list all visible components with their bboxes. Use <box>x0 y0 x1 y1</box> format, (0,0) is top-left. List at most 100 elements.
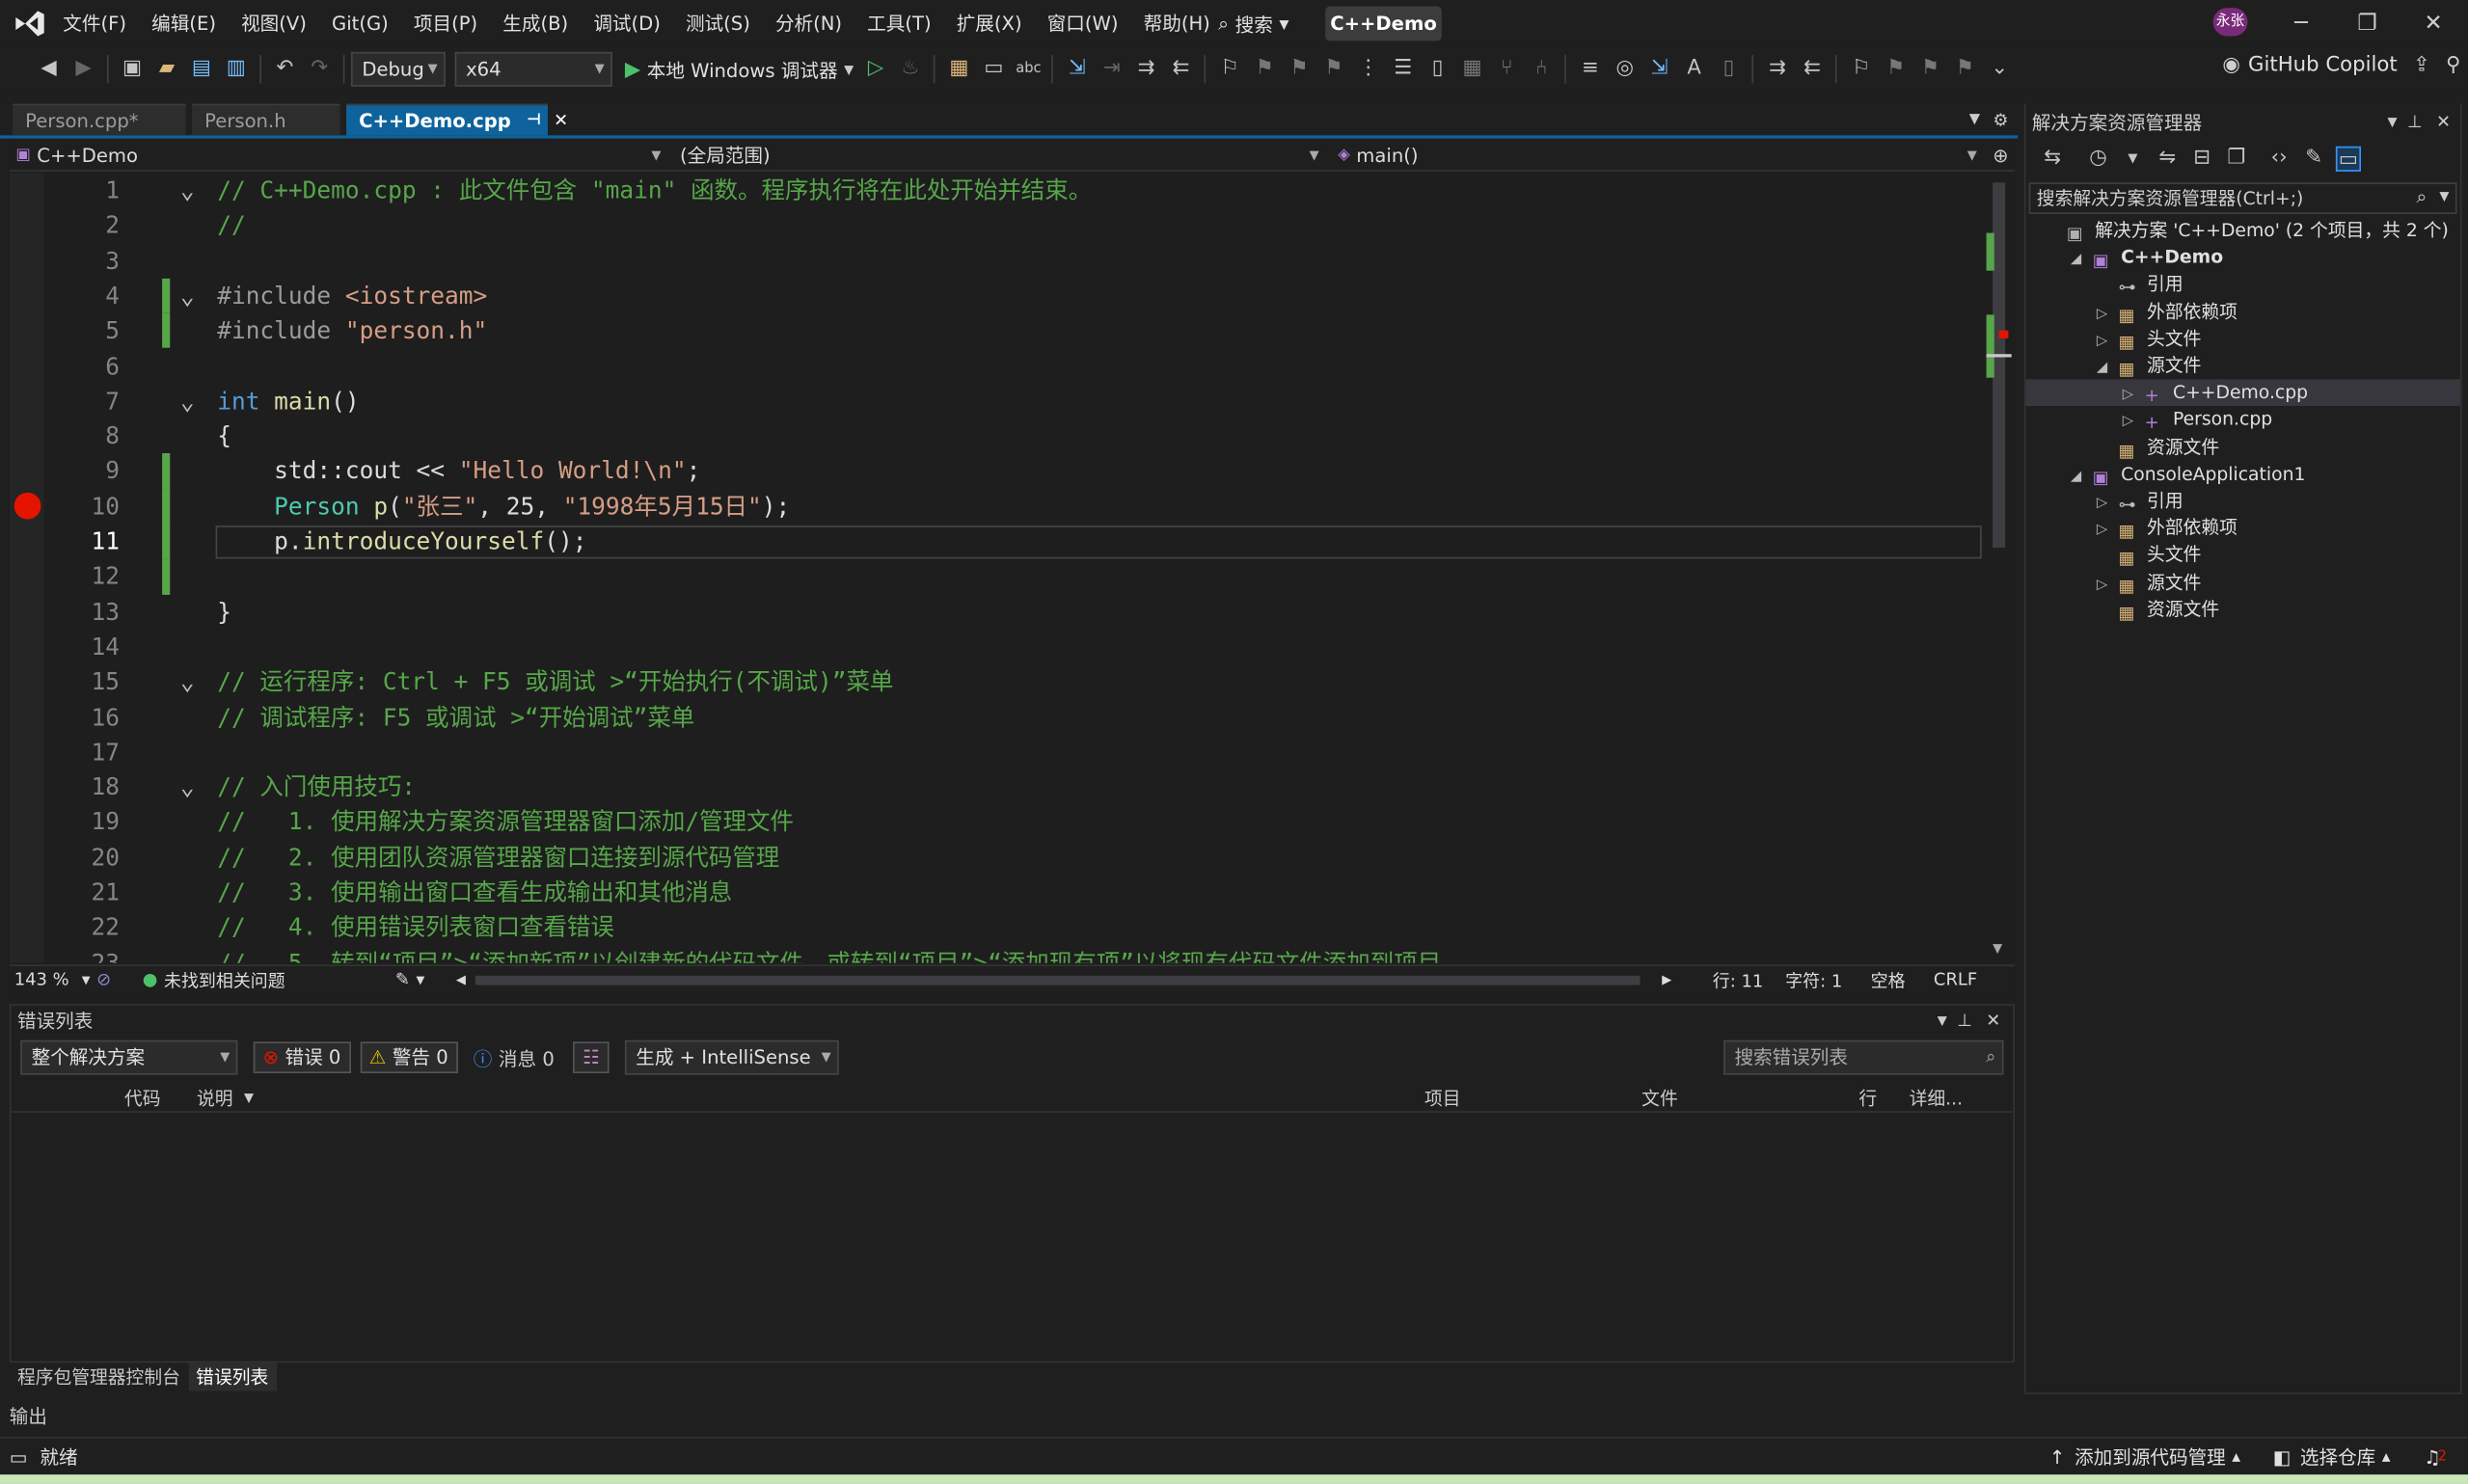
feedback-icon[interactable]: ⚲ <box>2446 53 2461 76</box>
expand-chevron-icon[interactable]: ▷ <box>2097 302 2119 329</box>
cleanup-brush-icon[interactable]: ✎ <box>395 969 410 989</box>
minimize-icon[interactable]: ─ <box>2266 0 2336 47</box>
expand-chevron-icon[interactable]: ▷ <box>2097 572 2119 599</box>
chevron-down-icon[interactable]: ▼ <box>244 1091 254 1105</box>
project-dropdown[interactable]: ▣ C++Demo ▼ <box>10 139 664 171</box>
bookmark5-icon[interactable]: ⚑ <box>1952 57 1977 82</box>
expand-chevron-icon[interactable]: ▷ <box>2123 383 2145 410</box>
toolbar-overflow-icon[interactable]: ⋮ <box>1356 57 1381 82</box>
close-icon[interactable]: ✕ <box>1986 1010 2000 1030</box>
tree-item[interactable]: ▷ ▦ 外部依赖项 <box>2097 515 2237 542</box>
tab-person-cpp[interactable]: Person.cpp* <box>13 103 186 136</box>
sync-icon[interactable]: ⇆ <box>2040 147 2065 172</box>
tree-item[interactable]: ▣ 解决方案 'C++Demo' (2 个项目，共 2 个) <box>2045 217 2449 244</box>
code-line[interactable]: 22 // 4. 使用错误列表窗口查看错误 <box>10 910 1993 945</box>
expand-chevron-icon[interactable]: ▷ <box>2097 518 2119 545</box>
code-line[interactable]: 3 <box>10 243 1993 278</box>
menu-tools[interactable]: 工具(T) <box>854 0 944 47</box>
scope-select[interactable]: 整个解决方案 ▼ <box>20 1039 238 1075</box>
solution-search-input[interactable]: 搜索解决方案资源管理器(Ctrl+;) ⌕ ▼ <box>2028 182 2457 214</box>
prev-bookmark-icon[interactable]: ⚑ <box>1252 57 1277 82</box>
watch-icon[interactable]: ◎ <box>1613 57 1638 82</box>
tree-item[interactable]: ▦ 头文件 <box>2097 542 2202 569</box>
tree-item[interactable]: ▦ 资源文件 <box>2097 596 2219 623</box>
undo-icon[interactable]: ↶ <box>272 57 297 82</box>
chevron-down-icon[interactable]: ▼ <box>2387 114 2397 128</box>
zoom-level[interactable]: 143 % <box>14 969 69 989</box>
code-line[interactable]: 23 // 5. 转到“项目”>“添加新项”以创建新的代码文件，或转到“项目”>“… <box>10 945 1993 962</box>
chevron-down-icon[interactable]: ▼ <box>82 973 91 985</box>
format-icon[interactable]: ≡ <box>1578 57 1603 82</box>
code-line[interactable]: 9 std::cout << "Hello World!\n"; <box>10 453 1993 490</box>
pending-changes-icon[interactable]: ⇋ <box>2155 147 2180 172</box>
redo-icon[interactable]: ↷ <box>307 57 332 82</box>
fold-chevron-icon[interactable]: ⌄ <box>176 174 199 208</box>
menu-project[interactable]: 项目(P) <box>401 0 490 47</box>
errors-filter-button[interactable]: ⊗ 错误 0 <box>253 1041 351 1074</box>
expand-chevron-icon[interactable]: ▷ <box>2097 329 2119 356</box>
branch-icon[interactable]: ⑂ <box>1494 57 1519 82</box>
bookmark3-icon[interactable]: ⚑ <box>1883 57 1908 82</box>
start-debugging-button[interactable]: ▶ 本地 Windows 调试器 ▼ <box>625 56 854 83</box>
outdent2-icon[interactable]: ⇇ <box>1800 57 1825 82</box>
spell-check-icon[interactable]: abc <box>1016 57 1041 82</box>
pin-icon[interactable]: ⊣ <box>527 105 541 137</box>
save-all-icon[interactable]: ▥ <box>224 57 249 82</box>
bookmark-icon[interactable]: ⚐ <box>1217 57 1242 82</box>
tree-item[interactable]: ▷ ▦ 源文件 <box>2097 569 2202 596</box>
menu-file[interactable]: 文件(F) <box>50 0 139 47</box>
column-code[interactable]: 代码 <box>124 1085 161 1110</box>
start-without-debugging-icon[interactable]: ▷ <box>863 57 888 82</box>
tab-list-chevron-icon[interactable]: ▼ <box>1969 112 1980 127</box>
solution-explorer-icon[interactable]: ▦ <box>946 57 971 82</box>
back-icon[interactable]: ◀ <box>37 57 62 82</box>
document-icon[interactable]: ▯ <box>1425 57 1451 82</box>
merge-icon[interactable]: ⑃ <box>1529 57 1554 82</box>
tree-item[interactable]: ◢ ▣ C++Demo <box>2071 244 2223 271</box>
expand-chevron-icon[interactable]: ◢ <box>2097 356 2119 383</box>
whitespace-indicator[interactable]: 空格 <box>1871 967 1906 992</box>
clear-bookmarks-icon[interactable]: ⚑ <box>1321 57 1346 82</box>
menu-edit[interactable]: 编辑(E) <box>139 0 229 47</box>
code-line[interactable]: 8{ <box>10 418 1993 453</box>
tree-item[interactable]: ▷ + C++Demo.cpp <box>2123 380 2308 407</box>
column-project[interactable]: 项目 <box>1424 1085 1461 1110</box>
chevron-down-icon[interactable]: ▼ <box>416 973 424 985</box>
code-view-icon[interactable]: ‹› <box>2266 147 2292 172</box>
github-copilot-button[interactable]: ◉ GitHub Copilot ⇪ ⚲ <box>2222 53 2460 76</box>
issues-status[interactable]: 未找到相关问题 <box>164 967 285 992</box>
tree-item[interactable]: ▷ ▦ 外部依赖项 <box>2097 298 2237 325</box>
output-tab[interactable]: 输出 <box>10 1402 47 1429</box>
menu-window[interactable]: 窗口(W) <box>1035 0 1131 47</box>
fold-chevron-icon[interactable]: ⌄ <box>176 384 199 418</box>
eol-indicator[interactable]: CRLF <box>1934 969 1977 989</box>
step-over-icon[interactable]: ⇥ <box>1099 57 1125 82</box>
close-window-icon[interactable]: ✕ <box>2399 0 2468 47</box>
add-to-source-control-button[interactable]: ↑ 添加到源代码管理 ▲ <box>2049 1444 2240 1471</box>
expand-chevron-icon[interactable]: ◢ <box>2071 248 2093 275</box>
column-details[interactable]: 详细... <box>1910 1085 1963 1110</box>
filter-toggle-icon[interactable]: ☷ <box>573 1041 610 1074</box>
code-line[interactable]: 5 #include "person.h" <box>10 313 1993 349</box>
restore-icon[interactable]: ❐ <box>2333 0 2402 47</box>
tab-error-list[interactable]: 错误列表 <box>188 1363 277 1391</box>
chevron-down-icon[interactable]: ▼ <box>1938 1012 1947 1027</box>
bookmark2-icon[interactable]: ⚐ <box>1849 57 1874 82</box>
settings-gear-icon[interactable]: ⚙ <box>1993 109 2008 129</box>
column-line[interactable]: 行 <box>1858 1085 1877 1110</box>
outdent-icon[interactable]: ⇇ <box>1169 57 1194 82</box>
hot-reload-icon[interactable]: ♨ <box>898 57 923 82</box>
code-line[interactable]: 7 ⌄ int main() <box>10 384 1993 418</box>
pane-icon[interactable]: ▯ <box>1716 57 1741 82</box>
code-line[interactable]: 12 <box>10 558 1993 595</box>
scope-dropdown[interactable]: (全局范围) ▼ <box>673 139 1321 171</box>
scroll-down-icon[interactable]: ▼ <box>1993 941 2002 956</box>
diagram-icon[interactable]: ▦ <box>1459 57 1484 82</box>
menu-help[interactable]: 帮助(H) <box>1131 0 1223 47</box>
code-line[interactable]: 21 // 3. 使用输出窗口查看生成输出和其他消息 <box>10 875 1993 909</box>
indent2-icon[interactable]: ⇉ <box>1765 57 1790 82</box>
tab-cppdemo-cpp[interactable]: C++Demo.cpp ⊣ ✕ <box>346 103 568 137</box>
share-icon[interactable]: ⇪ <box>2413 53 2430 76</box>
layout-icon[interactable]: ▭ <box>981 57 1006 82</box>
global-search[interactable]: ⌕ 搜索 ▼ <box>1212 8 1288 40</box>
